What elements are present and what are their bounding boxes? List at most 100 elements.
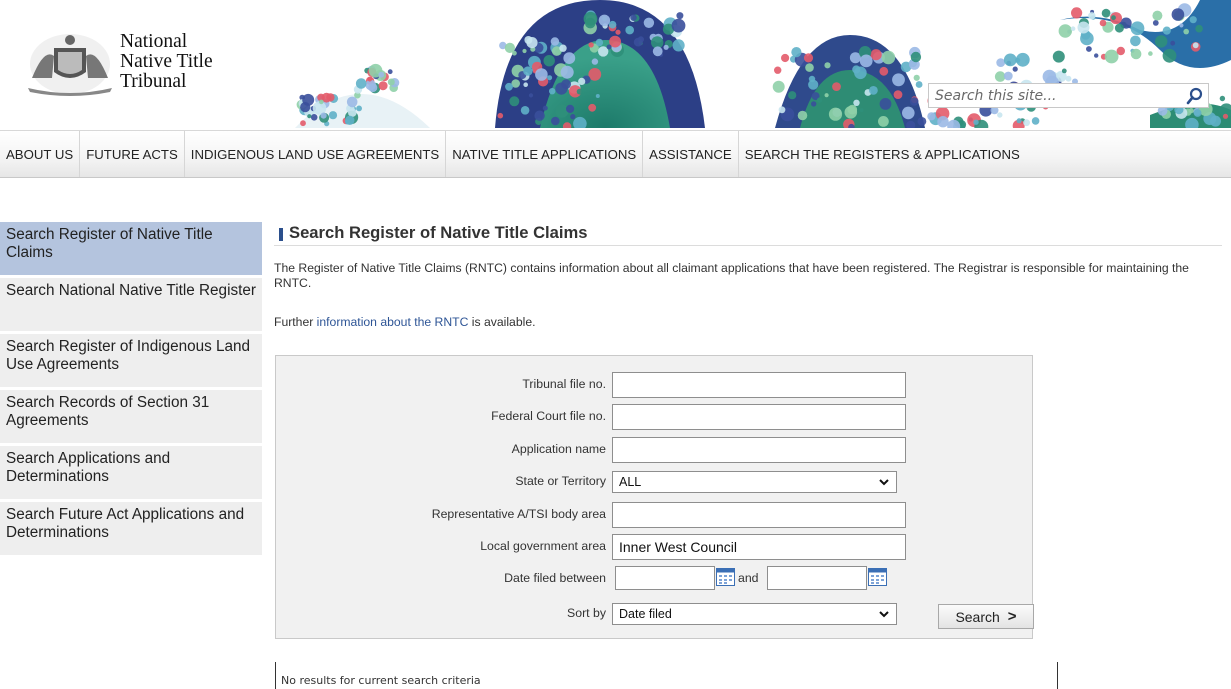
calendar-icon[interactable]: [716, 568, 735, 586]
decorative-dot: [909, 97, 919, 106]
decorative-dot: [520, 106, 530, 115]
rep-body-label: Representative A/TSI body area: [431, 507, 606, 521]
form-row-application-name: Application name: [276, 437, 1034, 463]
decorative-dot: [300, 102, 311, 113]
decorative-dot: [878, 116, 889, 127]
decorative-dot: [797, 110, 808, 121]
decorative-dot: [816, 97, 823, 103]
site-header: National Native Title Tribunal: [0, 0, 1231, 128]
decorative-dot: [615, 29, 621, 35]
nav-item-about-us[interactable]: ABOUT US: [0, 131, 81, 177]
decorative-dot: [1094, 53, 1099, 58]
decorative-dot: [588, 42, 594, 48]
sort-by-select[interactable]: Date filed: [612, 603, 897, 625]
decorative-dot: [1104, 49, 1119, 64]
decorative-dot: [996, 58, 1006, 67]
date-from-input[interactable]: [615, 566, 715, 590]
tribunal-file-input[interactable]: [612, 372, 906, 398]
decorative-dot: [328, 111, 338, 120]
rntc-info-link[interactable]: information about the RNTC: [317, 315, 469, 329]
decorative-dot: [1155, 35, 1168, 48]
decorative-dot: [1162, 48, 1177, 63]
decorative-dot: [997, 112, 1003, 118]
decorative-dot: [1189, 16, 1197, 24]
nav-item-assistance[interactable]: ASSISTANCE: [643, 131, 739, 177]
decorative-dot: [348, 108, 357, 117]
decorative-dot: [1148, 51, 1153, 56]
sidebar-item-section-31-agreements[interactable]: Search Records of Section 31 Agreements: [0, 390, 262, 446]
search-button[interactable]: Search >: [938, 604, 1034, 629]
decorative-dot: [913, 74, 920, 81]
decorative-dot: [1193, 109, 1202, 117]
decorative-dot: [559, 44, 567, 52]
decorative-dot: [387, 78, 395, 86]
decorative-dot: [588, 103, 597, 112]
sidebar-item-native-title-claims[interactable]: Search Register of Native Title Claims: [0, 222, 262, 278]
nav-item-ilua[interactable]: INDIGENOUS LAND USE AGREEMENTS: [185, 131, 447, 177]
organisation-name[interactable]: National Native Title Tribunal: [120, 32, 213, 92]
tribunal-file-label: Tribunal file no.: [522, 377, 606, 391]
decorative-dot: [1003, 53, 1017, 67]
decorative-dot: [497, 112, 504, 119]
decorative-dot: [368, 83, 378, 93]
nav-item-search-registers[interactable]: SEARCH THE REGISTERS & APPLICATIONS: [739, 131, 1026, 177]
site-search-input[interactable]: [929, 84, 1179, 107]
decorative-dot: [307, 114, 312, 119]
decorative-dot: [1016, 118, 1022, 124]
decorative-dot: [355, 78, 367, 89]
decorative-dot: [1219, 95, 1226, 102]
sidebar-item-ilua-register[interactable]: Search Register of Indigenous Land Use A…: [0, 334, 262, 390]
decorative-dot: [892, 73, 905, 87]
form-row-federal-court-file: Federal Court file no.: [276, 404, 1034, 430]
decorative-dot: [663, 44, 669, 50]
decorative-dot: [522, 48, 527, 54]
decorative-dot: [1130, 21, 1145, 36]
decorative-dot: [563, 52, 576, 64]
federal-court-file-input[interactable]: [612, 404, 906, 430]
state-select[interactable]: ALL: [612, 471, 897, 493]
decorative-dot: [547, 75, 553, 81]
decorative-dot: [1171, 8, 1185, 21]
decorative-dot: [1077, 21, 1090, 34]
decorative-dot: [994, 71, 1006, 82]
decorative-dot: [320, 112, 327, 119]
page-title: Search Register of Native Title Claims: [289, 223, 588, 242]
decorative-dot: [591, 58, 599, 65]
decorative-dot: [672, 39, 685, 52]
rep-body-input[interactable]: [612, 502, 906, 528]
decorative-dot: [1116, 46, 1126, 56]
decorative-dot: [595, 94, 600, 98]
decorative-dot: [1015, 57, 1021, 63]
decorative-dot: [824, 62, 831, 69]
decorative-dot: [543, 55, 555, 67]
decorative-dot: [1195, 24, 1203, 33]
lga-input[interactable]: [612, 534, 906, 560]
sidebar-item-applications-determinations[interactable]: Search Applications and Determinations: [0, 446, 262, 502]
decorative-dot: [881, 50, 896, 65]
decorative-dot: [555, 104, 569, 118]
decorative-dot: [528, 93, 534, 98]
coat-of-arms-logo: [28, 34, 112, 96]
calendar-icon[interactable]: [868, 568, 887, 586]
sidebar-item-national-native-title-register[interactable]: Search National Native Title Register: [0, 278, 262, 334]
decorative-dot: [549, 88, 556, 95]
decorative-dot: [550, 37, 560, 46]
decorative-dot: [1012, 66, 1018, 72]
form-row-date-filed: Date filed between and: [276, 566, 1034, 592]
decorative-dot: [1052, 50, 1065, 63]
application-name-input[interactable]: [612, 437, 906, 463]
decorative-dot: [1152, 10, 1163, 21]
decorative-dot: [630, 14, 637, 21]
date-to-input[interactable]: [767, 566, 867, 590]
search-icon[interactable]: [1186, 87, 1204, 105]
nav-item-native-title-applications[interactable]: NATIVE TITLE APPLICATIONS: [446, 131, 644, 177]
sidebar-item-future-act-applications[interactable]: Search Future Act Applications and Deter…: [0, 502, 262, 558]
decorative-dot: [526, 37, 538, 49]
decorative-dot: [803, 53, 814, 63]
decorative-dot: [879, 98, 892, 110]
decorative-dot: [595, 38, 604, 47]
nav-item-future-acts[interactable]: FUTURE ACTS: [80, 131, 185, 177]
decorative-dot: [879, 66, 889, 76]
decorative-dot: [570, 114, 576, 120]
site-search-box: [928, 83, 1209, 108]
